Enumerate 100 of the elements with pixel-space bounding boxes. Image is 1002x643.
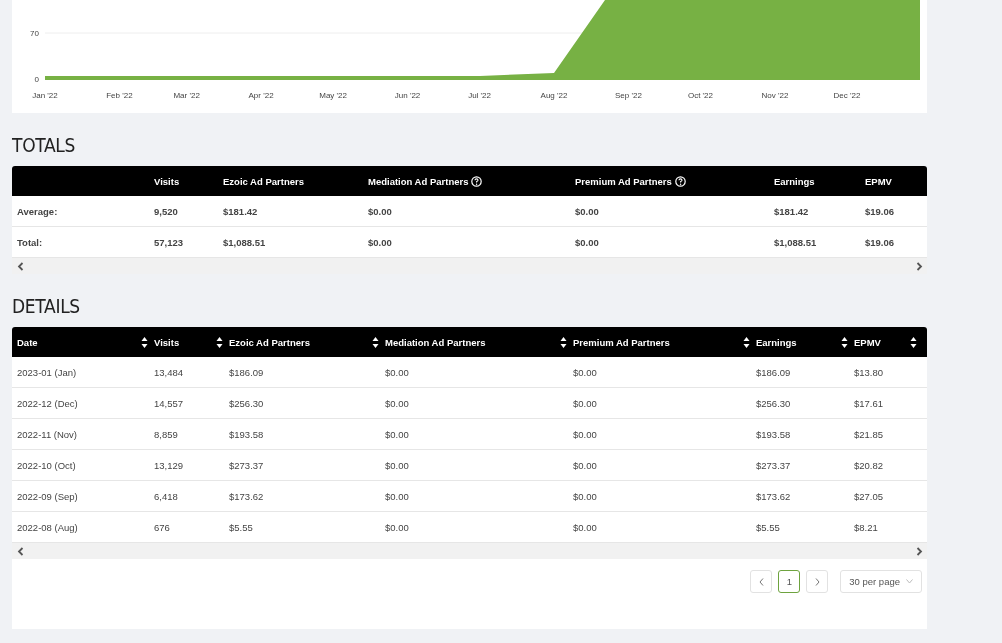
table-cell-text: $256.30: [756, 397, 792, 409]
column-header: EPMV: [865, 175, 892, 187]
table-cell-text: $256.30: [229, 397, 265, 409]
column-header: Mediation Ad Partners: [385, 336, 486, 348]
table-cell-text: $0.00: [573, 366, 598, 378]
table-cell-text: $0.00: [575, 236, 600, 248]
table-cell-text: 2022-08 (Aug): [17, 521, 79, 533]
table-cell-text: $273.37: [756, 459, 792, 471]
table-cell-text: 676: [154, 521, 171, 533]
axis-label: Apr '22: [248, 91, 274, 100]
table-cell-text: $0.00: [368, 205, 393, 217]
table-cell-text: $13.80: [854, 366, 885, 378]
axis-label: Mar '22: [173, 91, 200, 100]
table-cell-text: $273.37: [229, 459, 265, 471]
table-cell-text: $193.58: [229, 428, 265, 440]
caret-icon: [906, 579, 913, 584]
scroll-left-icon[interactable]: [17, 261, 24, 271]
table-cell-text: $21.85: [854, 428, 885, 440]
table-cell-text: $186.09: [756, 366, 792, 378]
column-header: Earnings: [774, 175, 815, 187]
table-cell-text: $0.00: [385, 366, 410, 378]
table-cell-text: $173.62: [229, 490, 265, 502]
column-header: Mediation Ad Partners: [368, 175, 469, 187]
axis-label: Feb '22: [106, 91, 133, 100]
table-cell-text: 57,123: [154, 236, 185, 248]
table-cell-text: $0.00: [573, 459, 598, 471]
sort-icon[interactable]: [216, 335, 223, 349]
axis-label: Dec '22: [833, 91, 861, 100]
axis-label: May '22: [319, 91, 347, 100]
horizontal-scrollbar[interactable]: [12, 543, 927, 559]
table-cell-text: Average:: [17, 205, 59, 217]
column-header: Premium Ad Partners: [573, 336, 670, 348]
table-cell-text: $1,088.51: [223, 236, 267, 248]
column-header: Ezoic Ad Partners: [229, 336, 310, 348]
table-cell-text: $193.58: [756, 428, 792, 440]
sort-icon[interactable]: [372, 335, 379, 349]
table-cell-text: $19.06: [865, 236, 896, 248]
column-header: Visits: [154, 336, 180, 348]
table-cell-text: $0.00: [573, 521, 598, 533]
chevron-left-icon: [758, 577, 764, 586]
sort-icon[interactable]: [841, 335, 848, 349]
help-icon[interactable]: [674, 175, 686, 187]
column-header: EPMV: [854, 336, 881, 348]
table-cell-text: $0.00: [385, 428, 410, 440]
sort-icon[interactable]: [560, 335, 567, 349]
table-cell-text: $5.55: [756, 521, 781, 533]
axis-label: Jul '22: [468, 91, 491, 100]
axis-label: Sep '22: [615, 91, 642, 100]
table-cell-text: 14,557: [154, 397, 185, 409]
table-cell-text: 6,418: [154, 490, 179, 502]
axis-label: 70: [30, 29, 39, 38]
table-cell-text: 2022-12 (Dec): [17, 397, 79, 409]
table-cell-text: $0.00: [368, 236, 393, 248]
column-header: Visits: [154, 175, 180, 187]
table-cell-text: $19.06: [865, 205, 896, 217]
chevron-right-icon: [814, 577, 820, 586]
table-cell-text: 2023-01 (Jan): [17, 366, 78, 378]
table-cell-text: $0.00: [385, 397, 410, 409]
table-cell-text: $0.00: [573, 490, 598, 502]
column-header: Earnings: [756, 336, 797, 348]
sort-icon[interactable]: [910, 335, 917, 349]
table-cell-text: $173.62: [756, 490, 792, 502]
table-cell-text: $181.42: [223, 205, 259, 217]
per-page-dropdown[interactable]: 30 per page: [840, 570, 922, 593]
section-heading: TOTALS: [12, 134, 76, 156]
table-cell-text: $186.09: [229, 366, 265, 378]
table-cell-text: 8,859: [154, 428, 179, 440]
axis-label: Jun '22: [394, 91, 421, 100]
table-cell-text: 9,520: [154, 205, 179, 217]
table-cell-text: $0.00: [573, 428, 598, 440]
table-cell-text: $27.05: [854, 490, 885, 502]
horizontal-scrollbar[interactable]: [12, 258, 927, 274]
axis-label: Nov '22: [761, 91, 789, 100]
table-cell-text: $0.00: [575, 205, 600, 217]
table-cell-text: 2022-09 (Sep): [17, 490, 79, 502]
page-button[interactable]: 1: [778, 570, 801, 593]
column-header: Date: [17, 336, 38, 348]
table-cell-text: 13,129: [154, 459, 185, 471]
scroll-right-icon[interactable]: [916, 261, 923, 271]
table-cell-text: Total:: [17, 236, 44, 248]
column-header: Premium Ad Partners: [575, 175, 672, 187]
table-cell-text: $17.61: [854, 397, 885, 409]
table-cell-text: $5.55: [229, 521, 254, 533]
axis-label: Oct '22: [687, 91, 713, 100]
section-heading: DETAILS: [12, 295, 80, 317]
sort-icon[interactable]: [743, 335, 750, 349]
table-cell-text: $0.00: [385, 521, 410, 533]
table-cell-text: $20.82: [854, 459, 885, 471]
table-cell-text: $181.42: [774, 205, 810, 217]
table-cell-text: 2022-10 (Oct): [17, 459, 77, 471]
scroll-right-icon[interactable]: [916, 546, 923, 556]
table-cell-text: 13,484: [154, 366, 185, 378]
help-icon[interactable]: [471, 175, 483, 187]
table-cell-text: $0.00: [385, 459, 410, 471]
sort-icon[interactable]: [141, 335, 148, 349]
axis-label: Aug '22: [540, 91, 568, 100]
table-cell-text: $8.21: [854, 521, 879, 533]
scroll-left-icon[interactable]: [17, 546, 24, 556]
column-header: Ezoic Ad Partners: [223, 175, 304, 187]
table-cell-text: $0.00: [573, 397, 598, 409]
